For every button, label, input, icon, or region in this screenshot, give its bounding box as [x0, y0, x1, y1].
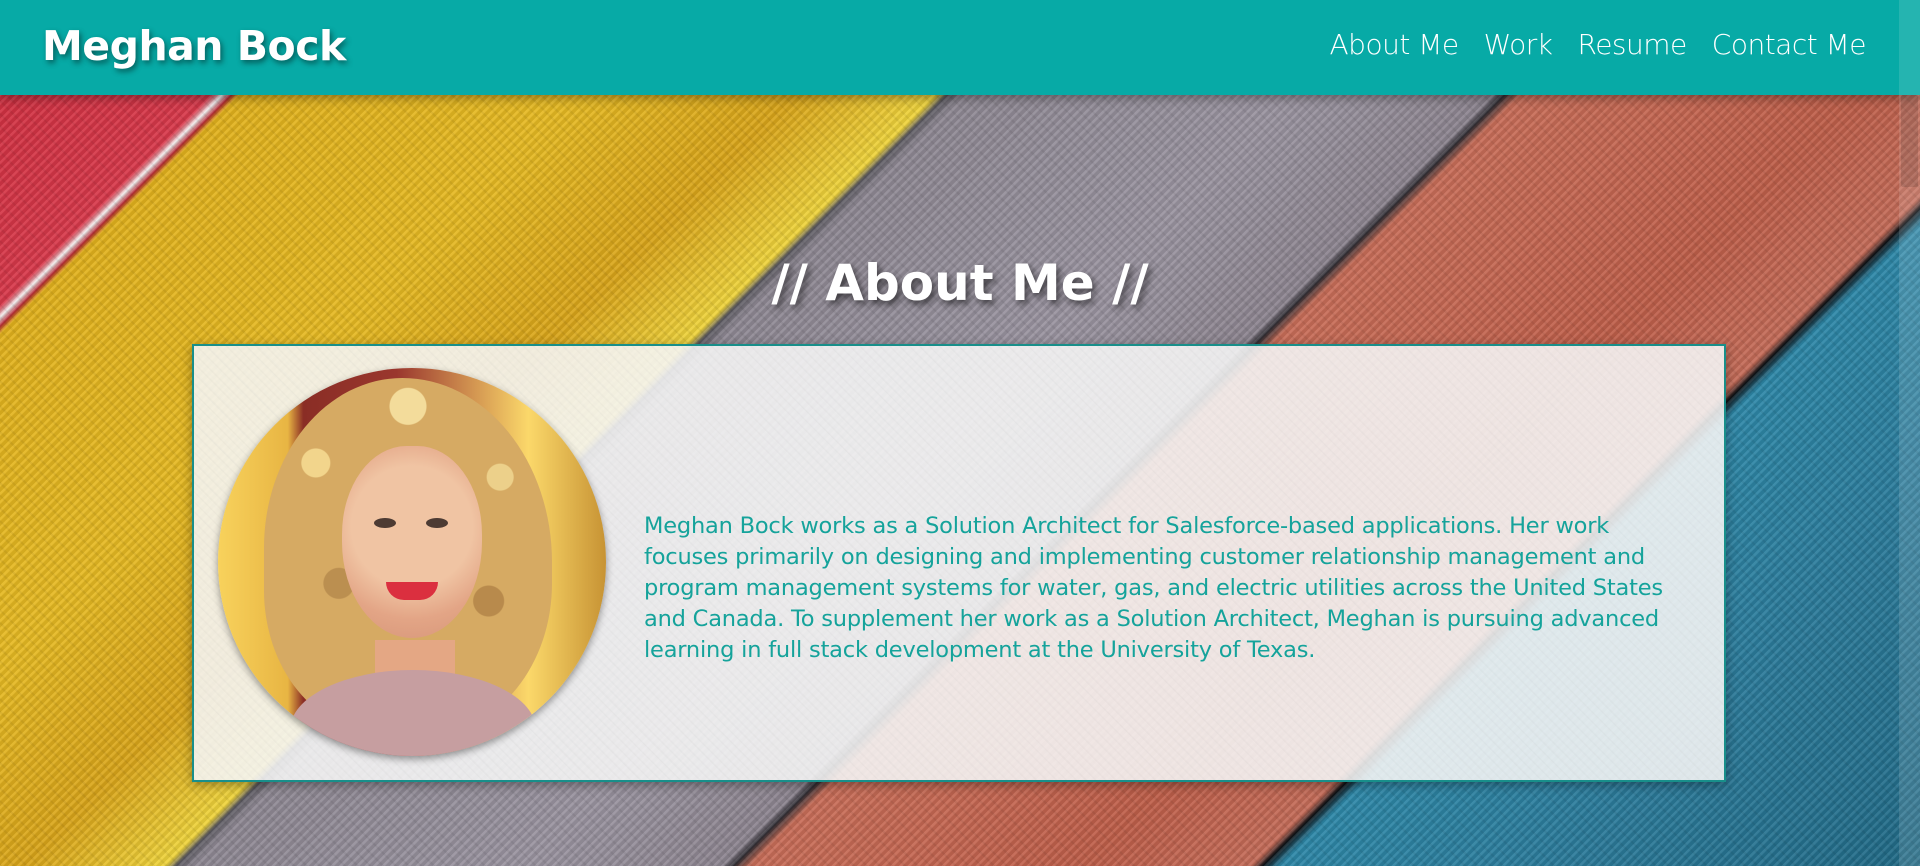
nav-resume[interactable]: Resume: [1578, 28, 1688, 61]
profile-photo: [218, 368, 606, 756]
nav-about-me[interactable]: About Me: [1330, 28, 1460, 61]
photo-face: [342, 446, 482, 638]
vertical-scrollbar[interactable]: [1899, 0, 1920, 866]
about-card: Meghan Bock works as a Solution Architec…: [192, 344, 1726, 782]
main-nav: About Me Work Resume Contact Me: [1330, 28, 1867, 61]
page: Meghan Bock About Me Work Resume Contact…: [0, 0, 1920, 866]
photo-right-eye: [426, 518, 448, 528]
photo-left-eye: [374, 518, 396, 528]
site-brand[interactable]: Meghan Bock: [42, 22, 346, 70]
scrollbar-thumb[interactable]: [1901, 95, 1918, 187]
nav-contact-me[interactable]: Contact Me: [1712, 28, 1867, 61]
nav-work[interactable]: Work: [1484, 28, 1553, 61]
about-description: Meghan Bock works as a Solution Architec…: [644, 512, 1663, 663]
photo-mouth: [386, 582, 438, 600]
about-section-title: // About Me //: [771, 253, 1149, 312]
site-header: Meghan Bock About Me Work Resume Contact…: [0, 0, 1920, 95]
